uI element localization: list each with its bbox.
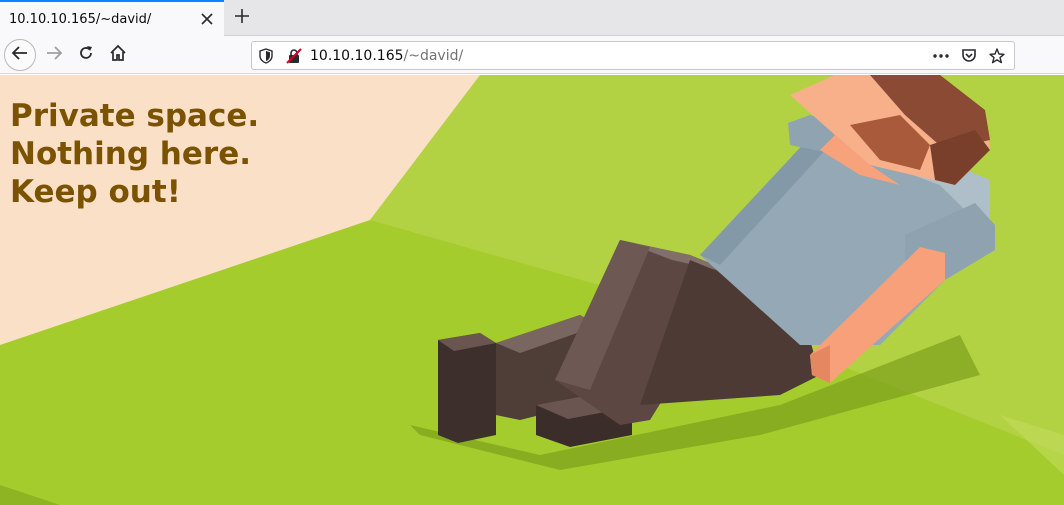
url-path: /~david/ [403, 48, 464, 64]
home-button[interactable] [102, 39, 134, 71]
new-tab-button[interactable] [230, 6, 254, 30]
insecure-lock-icon[interactable] [286, 48, 302, 64]
url-bar[interactable]: 10.10.10.165/~david/ [251, 41, 1015, 70]
more-icon[interactable] [932, 47, 950, 65]
arrow-left-icon [11, 44, 29, 66]
message-line-1: Private space. [10, 98, 260, 134]
url-text[interactable]: 10.10.10.165/~david/ [310, 48, 463, 64]
home-icon [109, 44, 127, 66]
forward-button[interactable] [38, 39, 70, 71]
shield-icon[interactable] [258, 48, 274, 64]
star-icon[interactable] [988, 47, 1006, 65]
navigation-bar: 10.10.10.165/~david/ [0, 36, 1064, 74]
tab-strip: 10.10.10.165/~david/ [0, 0, 1064, 36]
plus-icon [234, 8, 250, 28]
close-icon[interactable] [198, 10, 216, 28]
arrow-right-icon [45, 44, 63, 66]
pocket-icon[interactable] [960, 47, 978, 65]
back-button[interactable] [4, 39, 36, 71]
keep-out-message: Private space. Nothing here. Keep out! [10, 97, 259, 211]
page-content: Private space. Nothing here. Keep out! [0, 75, 1064, 505]
tab-title: 10.10.10.165/~david/ [9, 11, 152, 27]
message-line-2: Nothing here. [10, 136, 251, 172]
reload-button[interactable] [70, 39, 102, 71]
url-host: 10.10.10.165 [310, 48, 404, 64]
message-line-3: Keep out! [10, 174, 181, 210]
tab-active[interactable]: 10.10.10.165/~david/ [0, 0, 224, 36]
reload-icon [77, 44, 95, 66]
